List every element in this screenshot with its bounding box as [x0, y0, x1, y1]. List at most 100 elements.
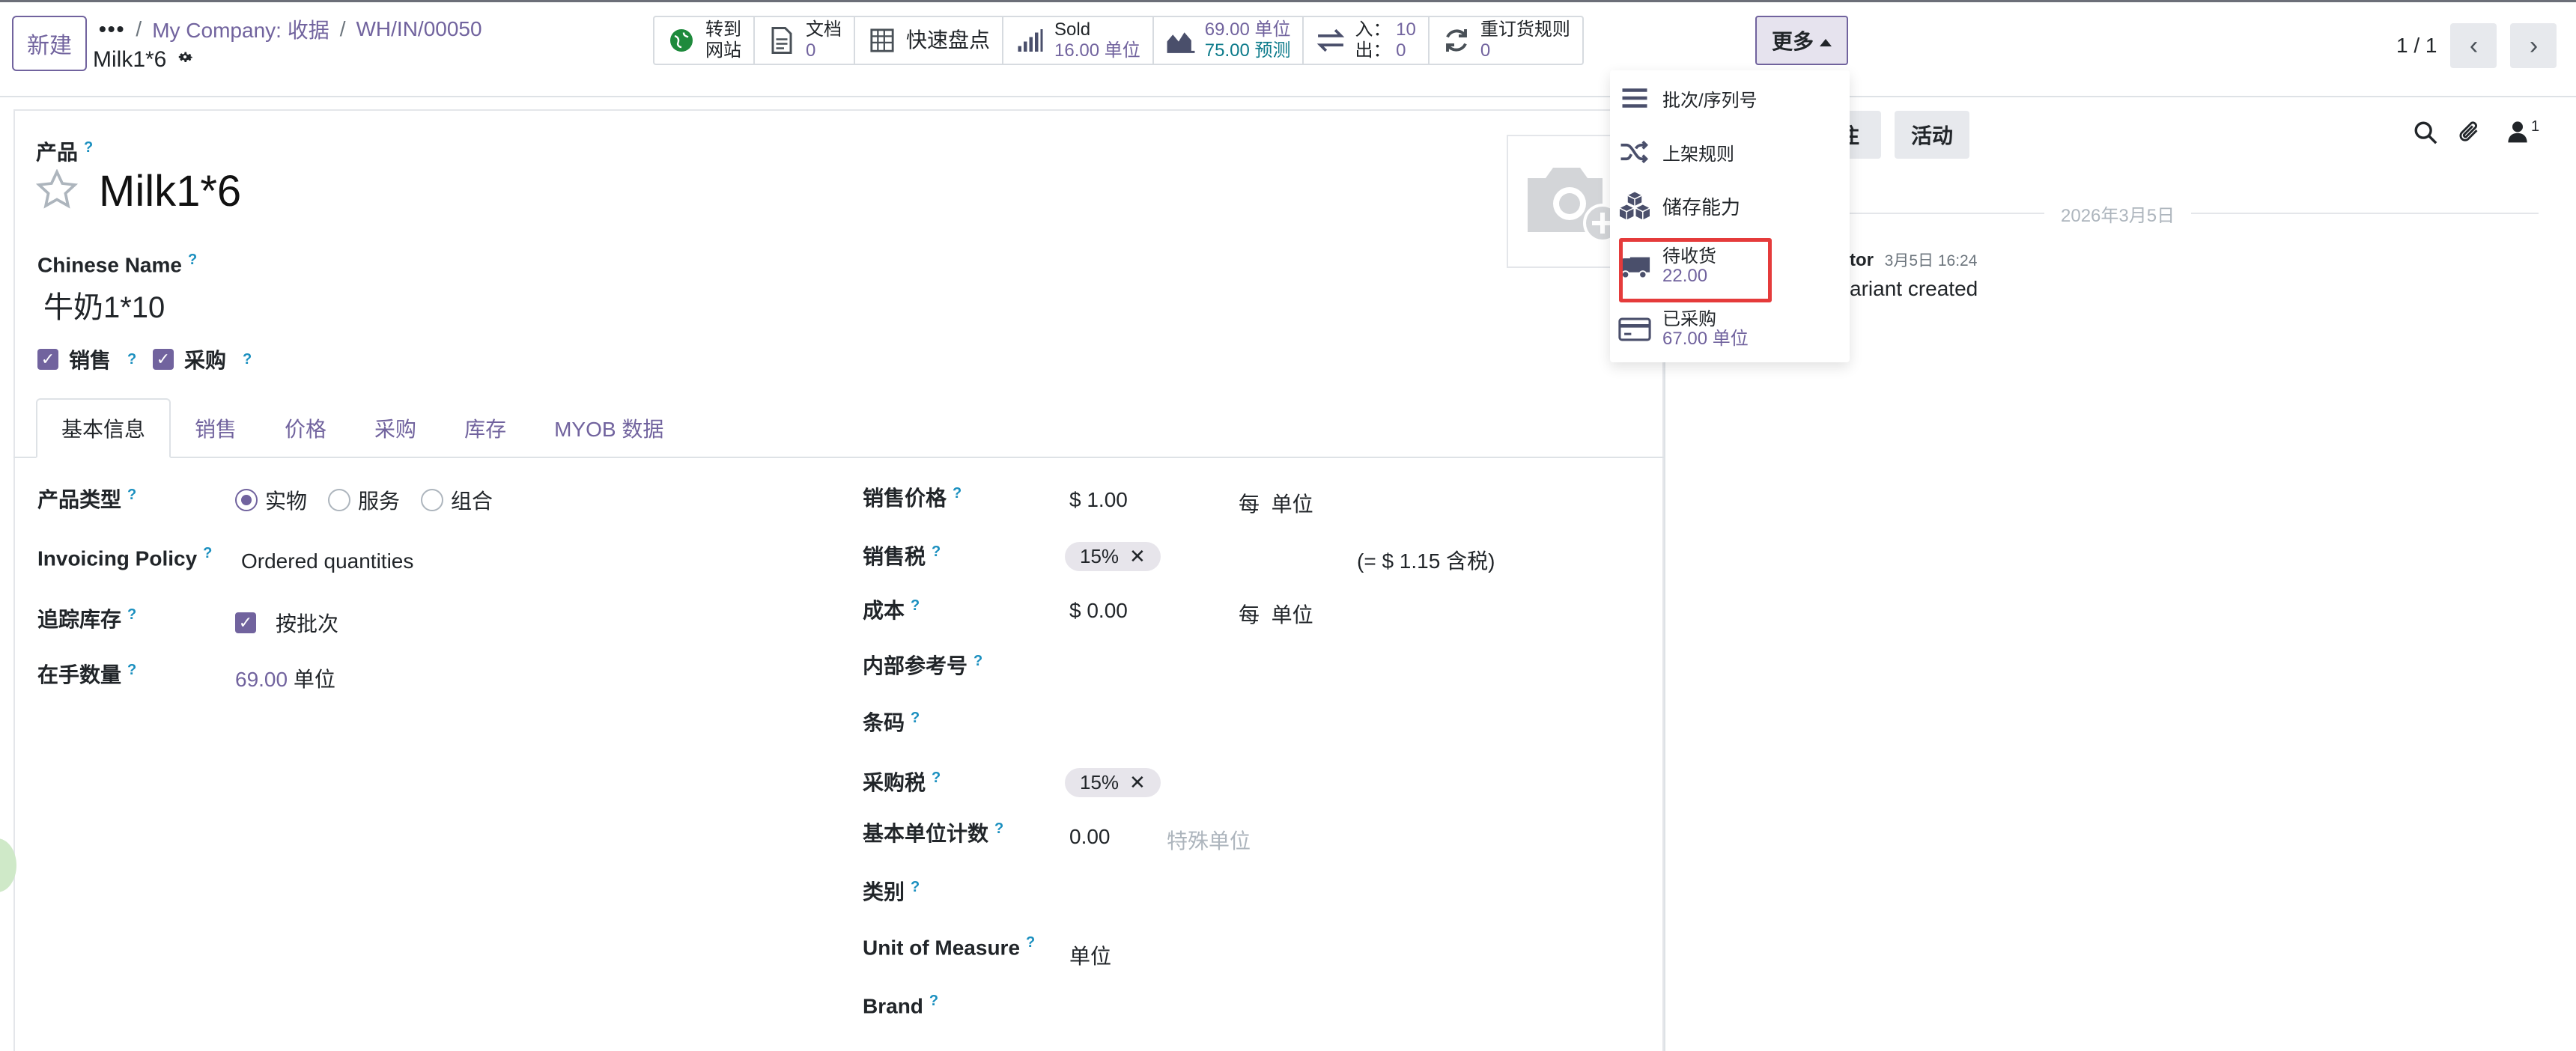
help-icon[interactable]: ? [188, 252, 197, 268]
help-icon[interactable]: ? [127, 606, 136, 623]
tab-purchase[interactable]: 采购 [350, 398, 440, 458]
cost-input[interactable]: $ 0.00 [1069, 599, 1128, 623]
breadcrumb-link-receipts[interactable]: My Company: 收据 [152, 14, 329, 44]
out-label: 出： [1355, 40, 1391, 61]
help-icon[interactable]: ? [911, 597, 920, 614]
smart-button-website[interactable]: 转到 网站 [654, 17, 755, 64]
in-value: 10 [1396, 19, 1416, 40]
date-separator-line [1850, 213, 2539, 214]
base-unit-count-label-text: 基本单位计数 [863, 822, 989, 845]
brand-input[interactable] [1065, 991, 1589, 1024]
radio-goods[interactable] [235, 489, 258, 511]
help-icon[interactable]: ? [932, 770, 941, 786]
smart-button-forecast[interactable]: 69.00 单位 75.00 预测 [1154, 17, 1304, 64]
breadcrumb: ••• / My Company: 收据 / WH/IN/00050 [99, 14, 482, 44]
sale-ok-checkbox[interactable]: ✓ 销售? [37, 344, 136, 374]
purchase-tax-tag[interactable]: 15% ✕ [1065, 768, 1161, 797]
smart-button-label: 快速盘点 [906, 28, 991, 52]
smart-button-label: 文档 [806, 19, 842, 40]
pager-next-button[interactable]: › [2510, 23, 2557, 68]
help-icon[interactable]: ? [994, 820, 1003, 837]
help-icon[interactable]: ? [973, 653, 982, 669]
smart-button-sold[interactable]: Sold 16.00 单位 [1003, 17, 1154, 64]
radio-goods-label[interactable]: 实物 [265, 485, 307, 515]
tracking-checkbox[interactable]: ✓ [235, 612, 256, 633]
activity-label: 活动 [1910, 124, 1953, 147]
barcode-label: 条码? [863, 707, 920, 737]
sales-price-input[interactable]: $ 1.00 [1069, 488, 1128, 512]
pager-previous-button[interactable]: ‹ [2450, 23, 2497, 68]
star-icon[interactable] [35, 168, 79, 215]
smart-button-reordering-rules[interactable]: 重订货规则 0 [1430, 17, 1582, 64]
checkbox-checked-icon[interactable]: ✓ [153, 349, 174, 370]
tab-general-info[interactable]: 基本信息 [36, 398, 171, 458]
tab-inventory[interactable]: 库存 [440, 398, 530, 458]
internal-ref-input[interactable] [1065, 648, 1589, 681]
sales-tax-tag[interactable]: 15% ✕ [1065, 542, 1161, 571]
invoicing-policy-label: Invoicing Policy? [37, 545, 212, 570]
base-unit-count-input[interactable]: 0.00 [1069, 825, 1111, 849]
close-icon[interactable]: ✕ [1129, 771, 1146, 794]
dropdown-item-storage-capacity[interactable]: 储存能力 [1617, 189, 1740, 223]
uom-label-text: Unit of Measure [863, 936, 1021, 960]
invoicing-policy-select[interactable]: Ordered quantities [241, 549, 413, 573]
help-icon[interactable]: ? [929, 993, 938, 1009]
smart-button-in-out[interactable]: 入： 10 出： 0 [1304, 17, 1430, 64]
followers-count: 1 [2531, 118, 2540, 135]
help-icon[interactable]: ? [127, 487, 136, 503]
highlight-box [1619, 238, 1772, 302]
breadcrumb-separator: / [136, 17, 142, 40]
help-icon[interactable]: ? [932, 543, 941, 560]
help-icon[interactable]: ? [243, 351, 252, 368]
radio-combo-label[interactable]: 组合 [451, 485, 493, 515]
breadcrumb-more[interactable]: ••• [99, 17, 125, 41]
help-icon[interactable]: ? [203, 545, 212, 561]
pager: 1 / 1 ‹ › [2396, 23, 2557, 68]
breadcrumb-link-picking[interactable]: WH/IN/00050 [356, 17, 482, 41]
dropdown-item-putaway-rules[interactable]: 上架规则 [1617, 135, 1734, 169]
help-icon[interactable]: ? [127, 662, 136, 678]
smart-button-documents[interactable]: 文档 0 [755, 17, 855, 64]
sales-tax-label-text: 销售税 [863, 545, 926, 568]
help-icon[interactable]: ? [953, 485, 962, 502]
purchase-ok-checkbox[interactable]: ✓ 采购? [153, 344, 252, 374]
help-icon[interactable]: ? [127, 351, 136, 368]
chinese-name-label-text: Chinese Name [37, 253, 182, 277]
paperclip-icon[interactable] [2458, 118, 2483, 152]
activity-button[interactable]: 活动 [1895, 111, 1969, 159]
radio-service-label[interactable]: 服务 [358, 485, 400, 515]
close-icon[interactable]: ✕ [1129, 545, 1146, 568]
search-icon[interactable] [2413, 120, 2438, 150]
category-input[interactable] [1065, 874, 1589, 907]
tracking-value[interactable]: 按批次 [276, 608, 338, 638]
help-icon[interactable]: ? [1026, 934, 1035, 951]
followers-button[interactable]: 1 [2507, 118, 2539, 149]
barcode-input[interactable] [1065, 705, 1589, 738]
dropdown-item-purchased[interactable]: 已采购 67.00 单位 [1617, 309, 1749, 350]
message-author[interactable]: tor [1850, 250, 1874, 270]
radio-service[interactable] [328, 489, 351, 511]
smart-button-label: 网站 [705, 40, 741, 61]
smart-button-bar: 转到 网站 文档 0 快速盘点 Sold 16.00 单位 69.00 单位 75.00… [653, 16, 1584, 65]
checkbox-checked-icon[interactable]: ✓ [37, 349, 58, 370]
help-icon[interactable]: ? [911, 879, 920, 895]
on-hand-value[interactable]: 69.00 [235, 668, 288, 691]
more-button[interactable]: 更多 [1755, 16, 1848, 65]
tab-myob-data[interactable]: MYOB 数据 [530, 398, 687, 458]
tab-sales[interactable]: 销售 [171, 398, 261, 458]
pager-value[interactable]: 1 / 1 [2396, 34, 2437, 58]
tab-pricing[interactable]: 价格 [261, 398, 350, 458]
gear-icon[interactable] [175, 47, 195, 73]
smart-button-quick-count[interactable]: 快速盘点 [855, 17, 1004, 64]
purchase-ok-label: 采购 [184, 349, 227, 372]
dropdown-item-lots-serials[interactable]: 批次/序列号 [1617, 81, 1758, 115]
help-icon[interactable]: ? [911, 710, 920, 726]
uom-select[interactable]: 单位 [1069, 940, 1111, 970]
product-name[interactable]: Milk1*6 [99, 166, 241, 216]
in-label: 入： [1355, 19, 1391, 40]
radio-combo[interactable] [421, 489, 444, 511]
help-icon[interactable]: ? [84, 139, 93, 156]
new-button[interactable]: 新建 [12, 16, 87, 71]
chinese-name-field[interactable]: 牛奶1*10 [43, 283, 165, 326]
base-unit-placeholder[interactable]: 特殊单位 [1167, 825, 1251, 855]
